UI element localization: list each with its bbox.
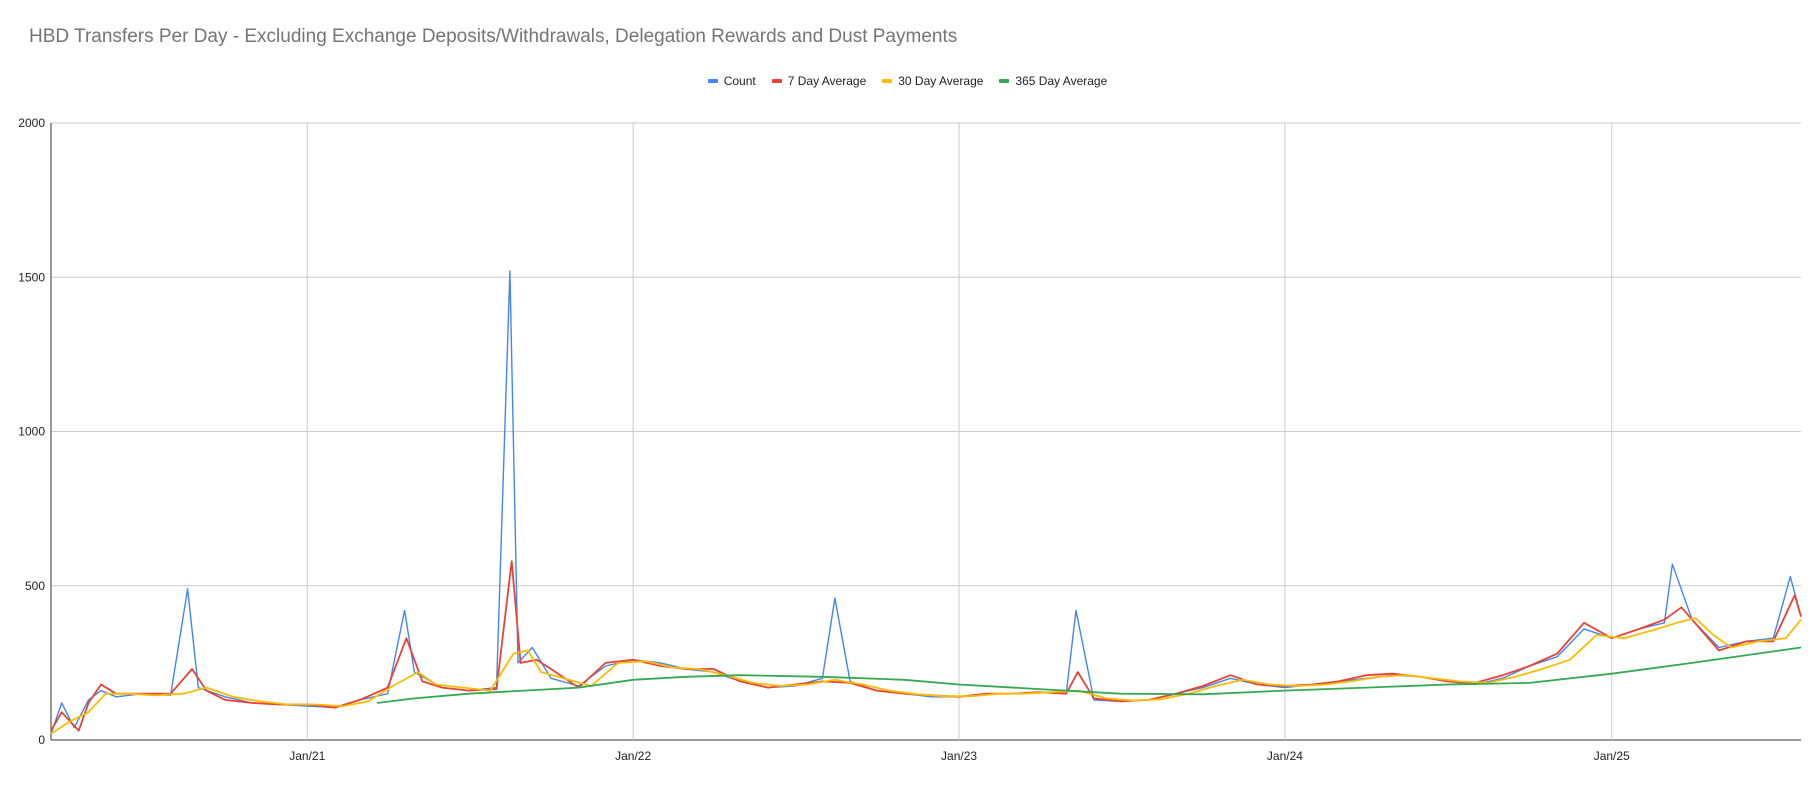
y-tick-label: 0 xyxy=(38,733,45,747)
x-tick-label: Jan/23 xyxy=(941,749,977,763)
series-lines xyxy=(50,270,1802,735)
grid-lines xyxy=(50,122,1801,741)
x-tick-label: Jan/25 xyxy=(1594,749,1630,763)
x-tick-label: Jan/22 xyxy=(615,749,651,763)
x-tick-label: Jan/21 xyxy=(289,749,325,763)
x-tick-label: Jan/24 xyxy=(1267,749,1303,763)
y-tick-label: 500 xyxy=(25,579,45,593)
y-tick-label: 2000 xyxy=(18,116,45,130)
series-line-30-day-average xyxy=(50,617,1802,735)
series-line-count xyxy=(50,270,1802,735)
y-tick-label: 1000 xyxy=(18,425,45,439)
y-tick-label: 1500 xyxy=(18,270,45,284)
chart-plot-area: 0 500 1000 1500 2000 Jan/21 Jan/22 Jan/23 Jan/24… xyxy=(18,116,1802,763)
